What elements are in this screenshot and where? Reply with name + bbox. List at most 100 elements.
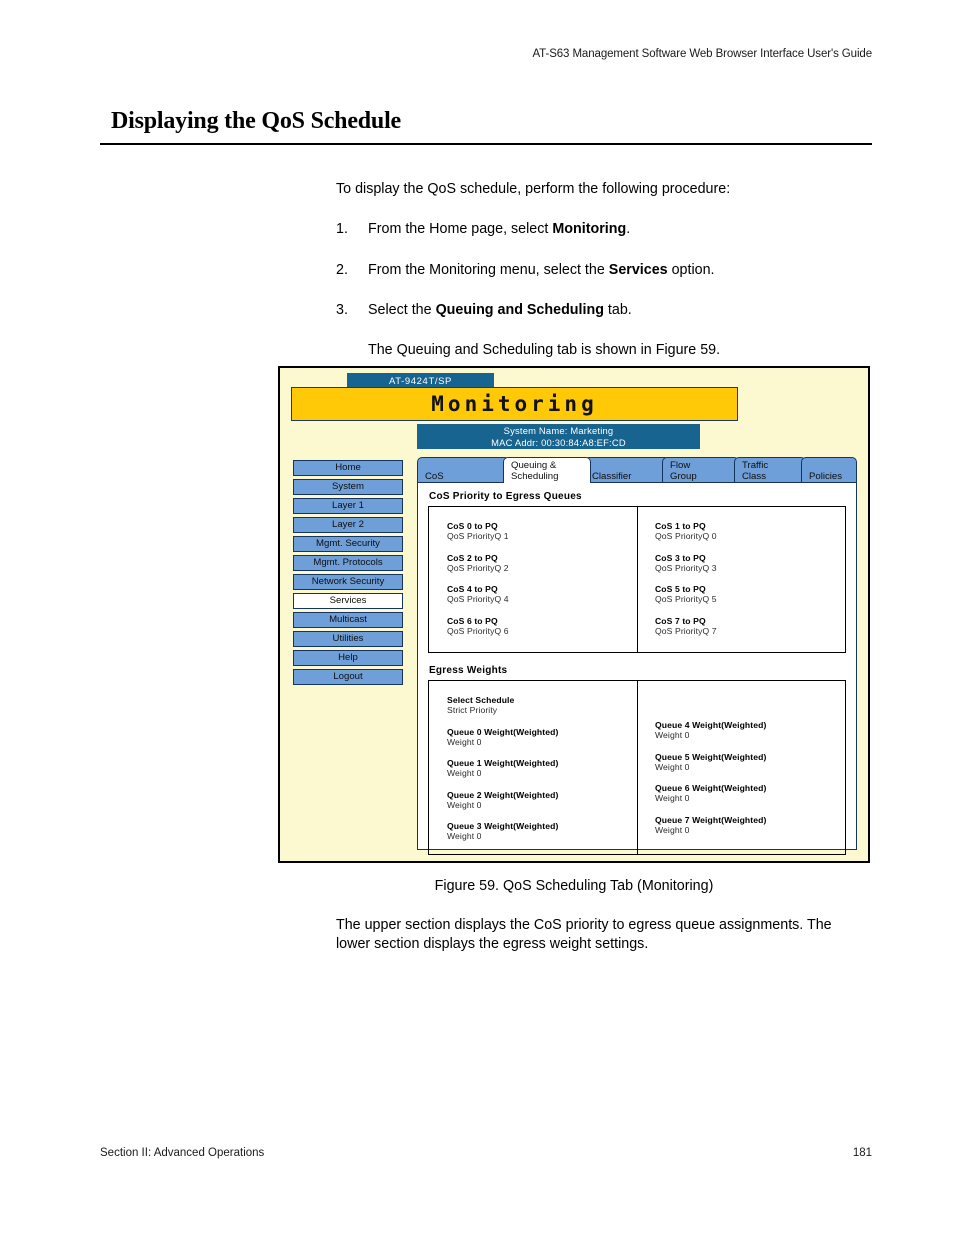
cos-entry-value: QoS PriorityQ 7 — [655, 625, 717, 636]
system-name: System Name: Marketing — [503, 425, 614, 436]
queue-weight-value: Weight 0 — [447, 736, 482, 747]
cos-section-title: CoS Priority to Egress Queues — [429, 491, 582, 502]
tab-flow-group[interactable]: Flow Group — [662, 457, 739, 483]
sidebar-item-logout[interactable]: Logout — [293, 669, 403, 685]
cos-entry-value: QoS PriorityQ 5 — [655, 594, 717, 604]
step-text-after: option. — [667, 261, 715, 278]
sidebar-item-layer-1[interactable]: Layer 1 — [293, 498, 403, 514]
cos-entry: CoS 5 to PQ QoS PriorityQ 5 — [655, 584, 845, 605]
queue-weight-key: Queue 7 Weight(Weighted) — [655, 814, 767, 825]
cos-entry: CoS 1 to PQ QoS PriorityQ 0 — [655, 521, 845, 542]
queue-weight-value: Weight 0 — [655, 761, 690, 772]
column-top-spacer — [655, 695, 845, 720]
queue-weight-entry: Queue 5 Weight(Weighted) Weight 0 — [655, 752, 845, 773]
step-2: 2. From the Monitoring menu, select the … — [336, 261, 856, 279]
tab-label: Classifier — [592, 471, 632, 482]
sidebar-item-system[interactable]: System — [293, 479, 403, 495]
mac-address: MAC Addr: 00:30:84:A8:EF:CD — [491, 437, 626, 449]
cos-entry-key: CoS 3 to PQ — [655, 552, 706, 563]
tab-label-line1: Flow — [670, 460, 691, 471]
cos-entry-value: QoS PriorityQ 1 — [447, 531, 509, 541]
queue-weight-key: Queue 6 Weight(Weighted) — [655, 783, 767, 793]
queue-weight-key: Queue 0 Weight(Weighted) — [447, 726, 559, 737]
step-text-before: From the Monitoring menu, select the — [368, 261, 609, 278]
step-emphasis: Queuing and Scheduling — [435, 301, 604, 318]
queue-weight-value: Weight 0 — [655, 824, 690, 835]
running-head: AT-S63 Management Software Web Browser I… — [532, 48, 872, 60]
sidebar-item-home[interactable]: Home — [293, 460, 403, 476]
step-1: 1. From the Home page, select Monitoring… — [336, 220, 856, 238]
weights-column-left: Select Schedule Strict Priority Queue 0 … — [429, 681, 637, 854]
page-title: Displaying the QoS Schedule — [111, 108, 401, 134]
queue-weight-key: Queue 1 Weight(Weighted) — [447, 758, 559, 768]
intro-paragraph: To display the QoS schedule, perform the… — [336, 181, 731, 197]
queue-weight-value: Weight 0 — [655, 793, 690, 803]
tab-queuing-and-scheduling[interactable]: Queuing & Scheduling — [503, 457, 591, 483]
sidebar-item-mgmt-protocols[interactable]: Mgmt. Protocols — [293, 555, 403, 571]
tab-label-line2: Scheduling — [511, 471, 559, 482]
cos-entry-key: CoS 2 to PQ — [447, 552, 498, 563]
system-info-bar: System Name: Marketing MAC Addr: 00:30:8… — [417, 424, 700, 449]
tab-label-line1: Traffic — [742, 460, 769, 471]
sidebar-item-multicast[interactable]: Multicast — [293, 612, 403, 628]
tab-traffic-class[interactable]: Traffic Class — [734, 457, 806, 483]
tab-panel-queuing-and-scheduling: CoS Priority to Egress Queues CoS 0 to P… — [417, 482, 857, 855]
queue-weight-value: Weight 0 — [447, 768, 482, 778]
cos-entry-value: QoS PriorityQ 0 — [655, 531, 717, 541]
queue-weight-entry: Queue 0 Weight(Weighted) Weight 0 — [447, 727, 637, 748]
cos-entry-key: CoS 6 to PQ — [447, 615, 498, 626]
tab-label-line1: Queuing & — [511, 460, 557, 471]
step-number: 1. — [336, 221, 348, 238]
egress-weights-box: Select Schedule Strict Priority Queue 0 … — [428, 680, 846, 855]
cos-entry-value: QoS PriorityQ 4 — [447, 594, 509, 604]
queue-weight-entry: Queue 3 Weight(Weighted) Weight 0 — [447, 821, 637, 842]
step-number: 3. — [336, 301, 348, 318]
sidebar-item-network-security[interactable]: Network Security — [293, 574, 403, 590]
sidebar-item-help[interactable]: Help — [293, 650, 403, 666]
cos-entry: CoS 0 to PQ QoS PriorityQ 1 — [447, 521, 637, 542]
step-text-after: . — [626, 221, 631, 238]
step-emphasis: Monitoring — [552, 221, 627, 238]
figure-caption: Figure 59. QoS Scheduling Tab (Monitorin… — [434, 878, 714, 894]
cos-entry: CoS 3 to PQ QoS PriorityQ 3 — [655, 553, 845, 574]
weights-section-title: Egress Weights — [429, 665, 508, 676]
cos-entry: CoS 7 to PQ QoS PriorityQ 7 — [655, 616, 845, 637]
cos-entry-value: QoS PriorityQ 2 — [447, 562, 509, 573]
step-3: 3. Select the Queuing and Scheduling tab… — [336, 301, 856, 319]
tab-classifier[interactable]: Classifier — [584, 457, 670, 483]
queue-weight-key: Queue 4 Weight(Weighted) — [655, 720, 767, 730]
weights-column-right: Queue 4 Weight(Weighted) Weight 0 Queue … — [637, 681, 845, 854]
cos-entry: CoS 4 to PQ QoS PriorityQ 4 — [447, 584, 637, 605]
cos-entry-key: CoS 7 to PQ — [655, 615, 706, 626]
sidebar-item-layer-2[interactable]: Layer 2 — [293, 517, 403, 533]
sidebar-item-mgmt-security[interactable]: Mgmt. Security — [293, 536, 403, 552]
cos-entry: CoS 2 to PQ QoS PriorityQ 2 — [447, 553, 637, 574]
queue-weight-key: Queue 3 Weight(Weighted) — [447, 821, 559, 831]
step-emphasis: Services — [608, 261, 668, 278]
queue-weight-entry: Queue 1 Weight(Weighted) Weight 0 — [447, 758, 637, 779]
cos-column-left: CoS 0 to PQ QoS PriorityQ 1 CoS 2 to PQ … — [429, 507, 637, 652]
queue-weight-entry: Queue 4 Weight(Weighted) Weight 0 — [655, 720, 845, 741]
tab-policies[interactable]: Policies — [801, 457, 857, 483]
footer-page-number: 181 — [852, 1147, 872, 1159]
queue-weight-value: Weight 0 — [447, 799, 482, 810]
select-schedule-key: Select Schedule — [447, 695, 515, 705]
cos-entry-key: CoS 0 to PQ — [447, 521, 498, 531]
sidebar-item-services[interactable]: Services — [293, 593, 403, 609]
figure-reference-note: The Queuing and Scheduling tab is shown … — [368, 342, 721, 359]
queue-weight-entry: Queue 2 Weight(Weighted) Weight 0 — [447, 790, 637, 811]
procedure-body: To display the QoS schedule, perform the… — [336, 180, 856, 359]
tab-cos[interactable]: CoS — [417, 457, 510, 483]
cos-entry-value: QoS PriorityQ 3 — [655, 562, 717, 573]
sidebar-item-utilities[interactable]: Utilities — [293, 631, 403, 647]
tab-strip: CoS Queuing & Scheduling Classifier Flow… — [417, 457, 857, 483]
queue-weight-entry: Queue 7 Weight(Weighted) Weight 0 — [655, 815, 845, 836]
queue-weight-key: Queue 5 Weight(Weighted) — [655, 751, 767, 762]
queue-weight-key: Queue 2 Weight(Weighted) — [447, 789, 559, 800]
tab-label: Policies — [809, 471, 843, 482]
tab-label-line2: Group — [670, 471, 697, 482]
cos-entry: CoS 6 to PQ QoS PriorityQ 6 — [447, 616, 637, 637]
cos-entry-key: CoS 5 to PQ — [655, 584, 706, 594]
title-rule — [100, 143, 872, 145]
